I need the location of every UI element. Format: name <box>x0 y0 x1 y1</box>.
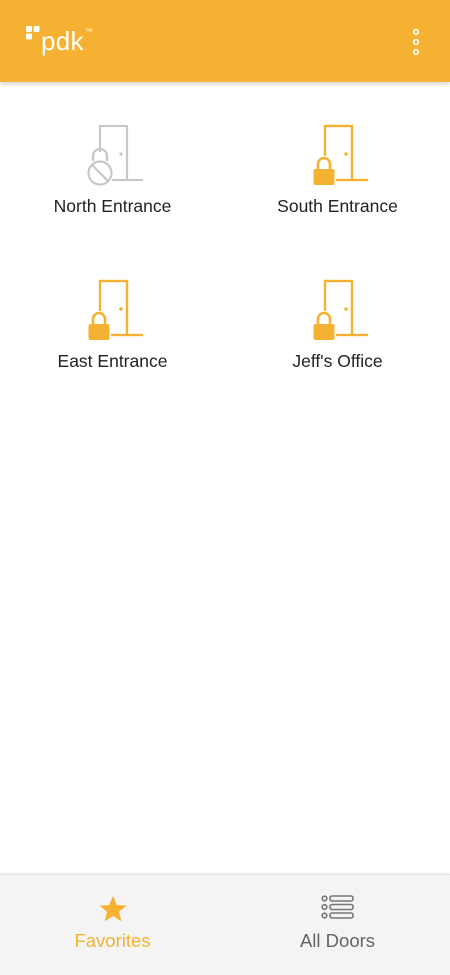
door-lock-icon <box>311 279 368 341</box>
pdk-logo-mark-icon <box>26 26 40 40</box>
door-jeffs-office[interactable]: Jeff's Office <box>225 279 450 374</box>
door-north-entrance[interactable]: North Entrance <box>0 124 225 219</box>
tab-label: All Doors <box>299 930 376 951</box>
door-south-entrance[interactable]: South Entrance <box>225 124 450 219</box>
star-icon <box>99 896 126 922</box>
logo-text: pdk <box>41 26 84 56</box>
tab-label: Favorites <box>74 930 151 951</box>
door-lock-icon <box>311 124 368 186</box>
door-label: East Entrance <box>57 351 168 371</box>
door-east-entrance[interactable]: East Entrance <box>0 279 225 374</box>
door-label: North Entrance <box>53 196 172 216</box>
door-disabled-lock-icon <box>86 124 143 186</box>
vertical-dots-icon <box>412 28 420 56</box>
app-screen: pdk ™ North Entrance South Entrance East… <box>0 0 450 975</box>
list-icon <box>320 895 354 919</box>
overflow-menu-button[interactable] <box>410 28 422 56</box>
logo-trademark: ™ <box>84 26 93 36</box>
app-header: pdk ™ <box>0 0 450 82</box>
door-label: South Entrance <box>277 196 398 216</box>
bottom-tab-bar: Favorites All Doors <box>0 874 450 975</box>
tab-favorites[interactable]: Favorites <box>0 875 225 975</box>
door-label: Jeff's Office <box>292 351 383 371</box>
door-lock-icon <box>86 279 143 341</box>
tab-all-doors[interactable]: All Doors <box>225 875 450 975</box>
pdk-logo: pdk ™ <box>26 24 93 58</box>
